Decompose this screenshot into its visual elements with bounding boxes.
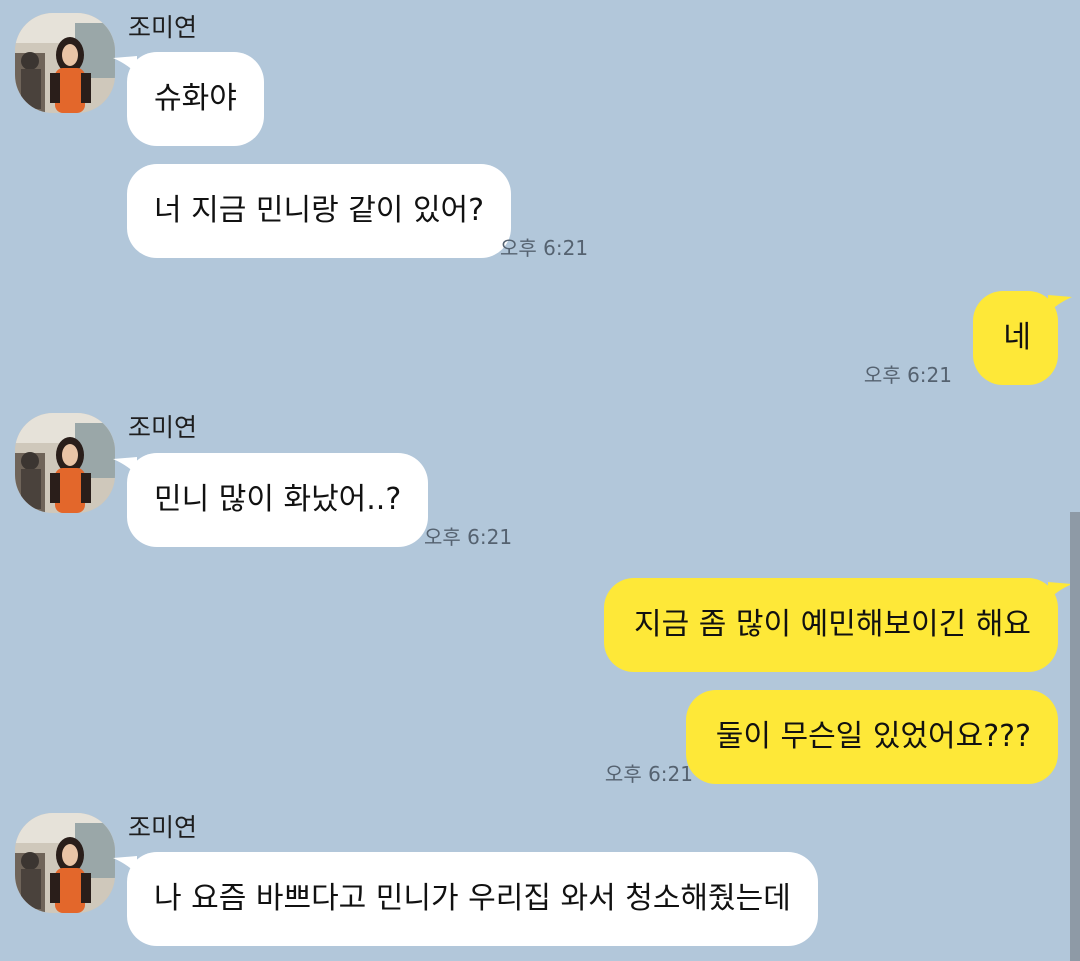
- message-bubble[interactable]: 나 요즘 바쁘다고 민니가 우리집 와서 청소해줬는데: [113, 852, 818, 946]
- profile-avatar[interactable]: [15, 813, 115, 913]
- message-timestamp: 오후 6:21: [604, 762, 693, 786]
- message-bubble[interactable]: 네: [973, 291, 1072, 385]
- sender-name: 조미연: [128, 813, 198, 842]
- message-text: 나 요즘 바쁘다고 민니가 우리집 와서 청소해줬는데: [154, 881, 791, 916]
- message-text: 지금 좀 많이 예민해보이긴 해요: [634, 607, 1031, 642]
- sender-name: 조미연: [128, 413, 198, 442]
- sender-name: 조미연: [128, 13, 198, 42]
- bubble-tail-icon: [1048, 295, 1072, 313]
- message-bubble[interactable]: 둘이 무슨일 있었어요???: [685, 690, 1058, 784]
- message-text: 너 지금 민니랑 같이 있어?: [154, 193, 485, 228]
- bubble-tail-icon: [113, 56, 137, 74]
- message-bubble[interactable]: 민니 많이 화났어..?: [113, 453, 429, 547]
- message-text: 민니 많이 화났어..?: [154, 482, 402, 517]
- scrollbar[interactable]: [1070, 512, 1080, 961]
- message-text: 네: [1003, 320, 1031, 355]
- chat-room: 조미연 슈화야 너 지금 민니랑 같이 있어? 오후 6:21 네 오후 6:2…: [0, 0, 1080, 961]
- bubble-tail-icon: [113, 457, 137, 475]
- message-timestamp: 오후 6:21: [500, 236, 589, 260]
- profile-avatar[interactable]: [15, 413, 115, 513]
- profile-avatar[interactable]: [15, 13, 115, 113]
- bubble-tail-icon: [1048, 582, 1072, 600]
- message-timestamp: 오후 6:21: [863, 363, 952, 387]
- message-text: 슈화야: [154, 81, 237, 116]
- message-bubble[interactable]: 슈화야: [113, 52, 264, 146]
- message-bubble[interactable]: 너 지금 민니랑 같이 있어?: [127, 164, 512, 258]
- message-text: 둘이 무슨일 있었어요???: [715, 719, 1031, 754]
- bubble-tail-icon: [113, 856, 137, 874]
- message-bubble[interactable]: 지금 좀 많이 예민해보이긴 해요: [604, 578, 1072, 672]
- message-timestamp: 오후 6:21: [424, 525, 513, 549]
